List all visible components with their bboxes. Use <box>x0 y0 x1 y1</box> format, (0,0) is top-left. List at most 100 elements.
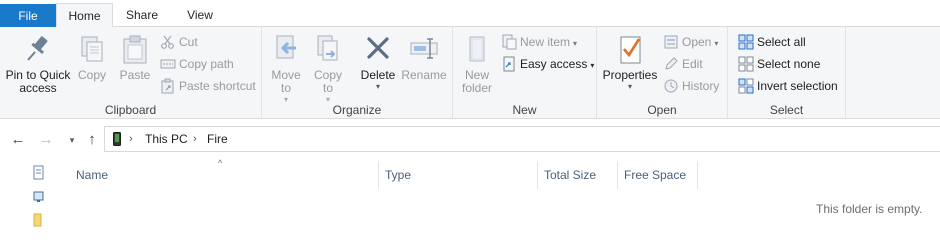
new-item-icon <box>501 34 517 50</box>
paste-label: Paste <box>119 68 151 82</box>
paste-shortcut-label: Paste shortcut <box>179 79 256 93</box>
back-arrow-icon[interactable]: ← <box>8 131 28 149</box>
paste-button[interactable]: Paste <box>116 33 154 82</box>
pin-to-quick-access-button[interactable]: Pin to Quick access <box>2 33 74 95</box>
history-button[interactable]: History <box>663 76 719 96</box>
scissors-icon <box>160 34 176 50</box>
open-button[interactable]: Open ▾ <box>663 32 718 52</box>
select-none-button[interactable]: Select none <box>738 54 820 74</box>
navigation-bar: ← → ▾ ↑ › This PC › Fire <box>0 119 940 161</box>
new-folder-label: New folder <box>461 68 493 95</box>
copy-icon <box>76 33 108 65</box>
open-icon <box>663 34 679 50</box>
cut-label: Cut <box>179 35 198 49</box>
select-none-icon <box>738 56 754 72</box>
properties-label: Properties <box>602 68 658 82</box>
rename-label: Rename <box>401 68 447 82</box>
folder-icon[interactable] <box>33 213 43 227</box>
select-all-icon <box>738 34 754 50</box>
easy-access-button[interactable]: Easy access ▾ <box>501 54 594 74</box>
empty-folder-message: This folder is empty. <box>816 202 923 216</box>
clipboard-paste-icon <box>119 33 151 65</box>
select-all-label: Select all <box>757 35 806 49</box>
navigation-pane <box>0 161 56 228</box>
up-arrow-icon[interactable]: ↑ <box>82 131 102 149</box>
new-folder-button[interactable]: New folder <box>457 33 497 95</box>
breadcrumb-this-pc[interactable]: This PC <box>145 127 188 151</box>
new-folder-icon <box>461 33 493 65</box>
pin-icon <box>22 33 54 65</box>
tab-share[interactable]: Share <box>114 3 170 27</box>
breadcrumb-separator-chevron-icon[interactable]: › <box>129 127 133 151</box>
column-divider[interactable] <box>697 161 698 189</box>
column-header-total-size[interactable]: Total Size <box>538 161 617 189</box>
breadcrumb-fire[interactable]: Fire <box>207 127 228 151</box>
copy-button[interactable]: Copy <box>74 33 110 82</box>
cut-button[interactable]: Cut <box>160 32 198 52</box>
copy-label: Copy <box>77 68 106 82</box>
edit-pencil-icon <box>663 56 679 72</box>
copy-path-button[interactable]: Copy path <box>160 54 234 74</box>
copy-to-label: Copy to <box>313 68 342 95</box>
easy-access-label: Easy access <box>520 57 588 71</box>
recent-locations-chevron-down-icon[interactable]: ▾ <box>62 131 82 149</box>
rename-icon <box>408 33 440 65</box>
easy-access-caret-icon: ▾ <box>590 61 595 70</box>
ribbon-home: Pin to Quick access Copy Paste Cut Copy … <box>0 27 940 119</box>
move-to-button[interactable]: Move to ▾ <box>268 33 304 104</box>
group-open: Properties ▾ Open ▾ Edit History Open <box>597 27 728 119</box>
history-label: History <box>682 79 720 93</box>
edit-label: Edit <box>682 57 703 71</box>
new-item-label: New item <box>520 35 571 49</box>
group-clipboard: Pin to Quick access Copy Paste Cut Copy … <box>0 27 262 119</box>
address-bar[interactable]: › This PC › Fire <box>104 126 940 152</box>
properties-button[interactable]: Properties ▾ <box>602 33 658 91</box>
monitor-icon[interactable] <box>33 191 45 203</box>
delete-x-icon <box>362 33 394 65</box>
open-label: Open <box>682 35 712 49</box>
paste-shortcut-icon <box>160 78 176 94</box>
copy-to-button[interactable]: Copy to ▾ <box>310 33 346 104</box>
copy-to-icon <box>312 33 344 65</box>
delete-label: Delete <box>360 68 396 82</box>
properties-caret-icon: ▾ <box>627 82 632 91</box>
select-all-button[interactable]: Select all <box>738 32 806 52</box>
easy-access-icon <box>501 56 517 72</box>
new-group-label: New <box>512 103 537 117</box>
pin-label: Pin to Quick access <box>5 68 71 95</box>
delete-caret-icon: ▾ <box>375 82 380 91</box>
new-item-button[interactable]: New item ▾ <box>501 32 577 52</box>
edit-button[interactable]: Edit <box>663 54 703 74</box>
invert-selection-button[interactable]: Invert selection <box>738 76 838 96</box>
group-new: New folder New item ▾ Easy access ▾ New <box>453 27 597 119</box>
move-to-label: Move to <box>271 68 301 95</box>
group-organize: Move to ▾ Copy to ▾ Delete ▾ Rename Orga… <box>262 27 453 119</box>
column-header-type[interactable]: Type <box>379 161 537 189</box>
quick-access-toolbar-remnant <box>0 0 30 11</box>
paste-shortcut-button[interactable]: Paste shortcut <box>160 76 256 96</box>
delete-button[interactable]: Delete ▾ <box>358 33 398 91</box>
invert-selection-label: Invert selection <box>757 79 838 93</box>
rename-button[interactable]: Rename <box>401 33 447 82</box>
breadcrumb-separator-chevron-icon[interactable]: › <box>193 127 197 151</box>
select-none-label: Select none <box>757 57 821 71</box>
history-clock-icon <box>663 78 679 94</box>
copy-path-label: Copy path <box>179 57 234 71</box>
tab-view[interactable]: View <box>172 3 228 27</box>
column-header-free-space[interactable]: Free Space <box>618 161 697 189</box>
column-header-name[interactable]: Name <box>70 161 378 189</box>
group-select: Select all Select none Invert selection … <box>728 27 846 119</box>
move-to-icon <box>270 33 302 65</box>
ribbon-tab-strip: File Home Share View <box>0 0 940 28</box>
open-caret-icon: ▾ <box>714 39 719 48</box>
copy-path-icon <box>160 56 176 72</box>
forward-arrow-icon[interactable]: → <box>36 131 56 149</box>
clipboard-group-label: Clipboard <box>104 103 157 117</box>
document-icon[interactable] <box>33 165 45 181</box>
tab-file[interactable]: File <box>0 4 56 27</box>
organize-group-label: Organize <box>332 103 382 117</box>
properties-checkmark-icon <box>614 33 646 65</box>
tab-home[interactable]: Home <box>56 3 113 28</box>
invert-selection-icon <box>738 78 754 94</box>
new-item-caret-icon: ▾ <box>573 39 578 48</box>
